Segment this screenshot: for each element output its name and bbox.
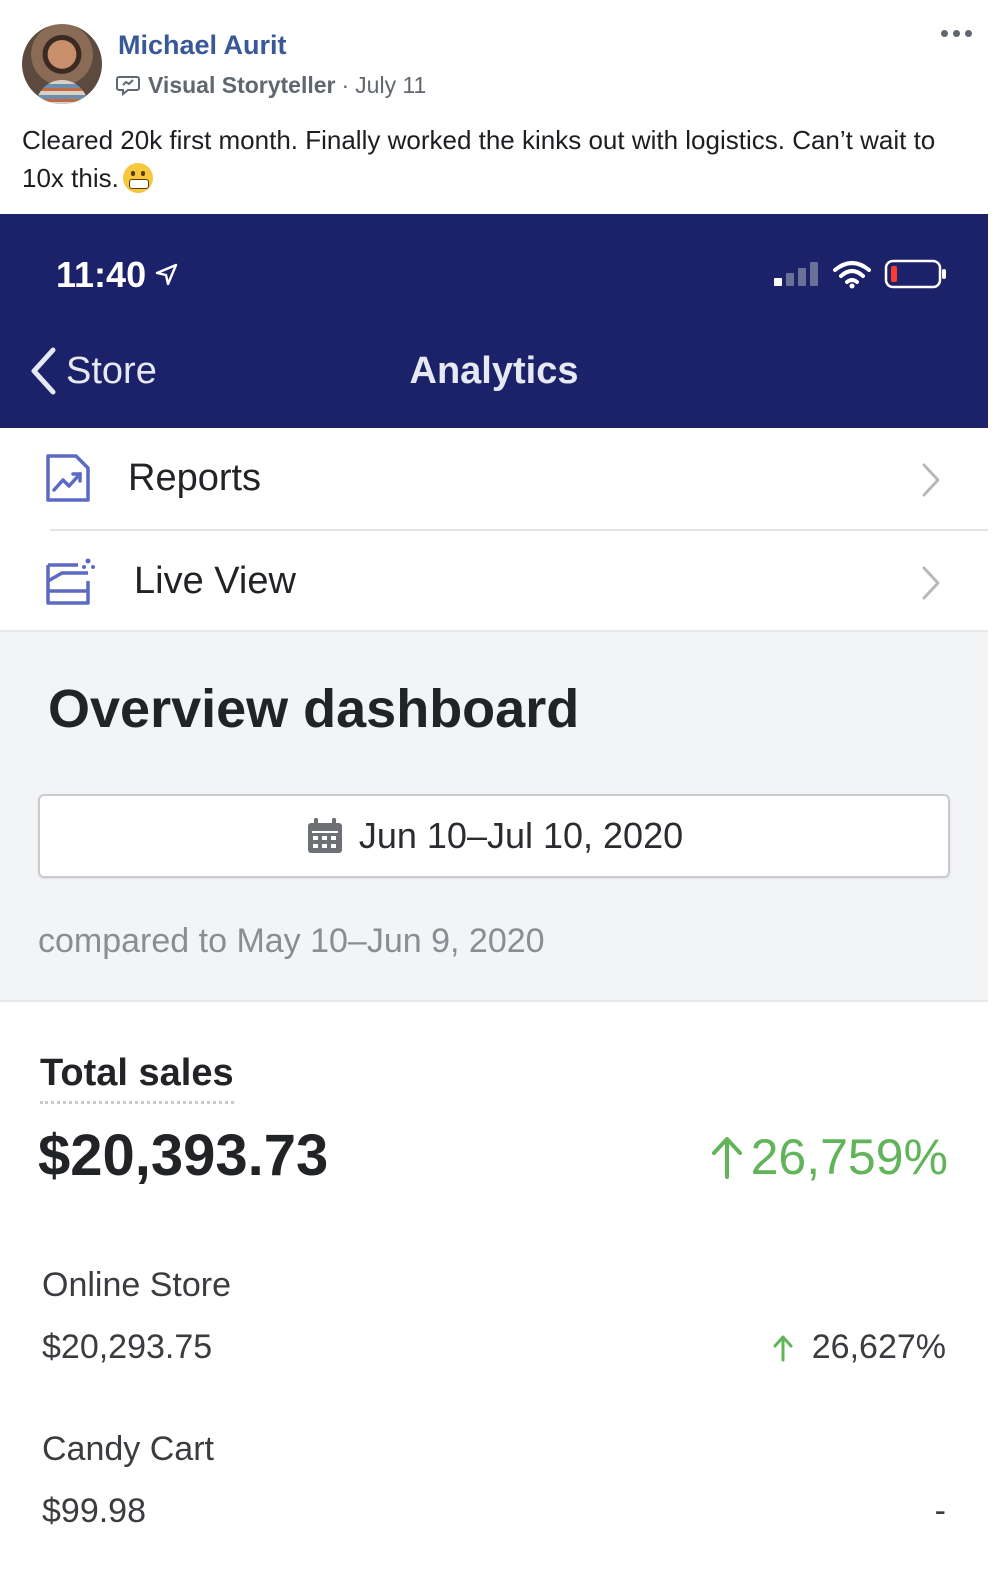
total-sales-label[interactable]: Total sales	[40, 1052, 234, 1104]
arrow-up-icon	[773, 1335, 793, 1361]
chevron-right-icon	[922, 463, 940, 497]
wifi-icon	[833, 261, 871, 289]
post-image[interactable]: 11:40 Analytics Store Reports Live View …	[0, 214, 988, 1580]
more-options-icon[interactable]	[941, 30, 972, 37]
author-avatar[interactable]	[22, 24, 102, 104]
location-arrow-icon	[155, 263, 178, 286]
sales-section: Total sales $20,393.73 26,759% Online St…	[0, 1000, 988, 1580]
battery-low-icon	[884, 259, 946, 289]
menu-label-live-view: Live View	[134, 560, 296, 602]
chevron-right-icon	[922, 566, 940, 600]
overview-title: Overview dashboard	[48, 679, 580, 739]
post-body: Cleared 20k first month. Finally worked …	[22, 125, 936, 193]
channel-change-value: 26,627%	[811, 1328, 946, 1366]
status-icons	[772, 258, 948, 290]
channel-change-value: -	[934, 1492, 946, 1530]
total-sales-value: $20,393.73	[38, 1123, 329, 1188]
comparison-text: compared to May 10–Jun 9, 2020	[38, 922, 545, 960]
back-button[interactable]: Store	[28, 346, 157, 396]
arrow-up-icon	[711, 1137, 742, 1179]
back-label: Store	[66, 349, 157, 392]
menu-item-reports[interactable]: Reports	[0, 428, 988, 529]
status-clock: 11:40	[56, 254, 147, 295]
channel-value: $20,293.75	[42, 1328, 213, 1366]
date-range-button[interactable]: Jun 10–Jul 10, 2020	[38, 794, 950, 878]
post-date[interactable]: July 11	[355, 72, 426, 99]
menu-item-live-view[interactable]: Live View	[0, 531, 988, 632]
overview-section: Overview dashboard Jun 10–Jul 10, 2020 c…	[0, 630, 988, 1000]
channel-change: -	[935, 1492, 946, 1531]
post-header: Michael Aurit Visual Storyteller · July …	[0, 0, 996, 214]
channel-value: $99.98	[42, 1492, 146, 1530]
author-name[interactable]: Michael Aurit	[118, 30, 287, 61]
channel-name: Online Store	[42, 1266, 231, 1304]
post-text: Cleared 20k first month. Finally worked …	[22, 121, 972, 197]
reports-chart-icon	[46, 454, 90, 502]
status-time: 11:40	[56, 254, 180, 296]
calendar-icon	[307, 818, 342, 853]
app-navbar: 11:40 Analytics Store	[0, 214, 988, 428]
chevron-left-icon	[31, 347, 56, 395]
total-sales-change: 26,759%	[709, 1128, 948, 1186]
menu-label-reports: Reports	[128, 457, 262, 499]
meta-separator: ·	[341, 71, 350, 98]
member-badge[interactable]: Visual Storyteller	[148, 72, 336, 99]
post-meta: Visual Storyteller · July 11	[116, 71, 426, 99]
analytics-menu: Reports Live View	[0, 428, 988, 632]
grimacing-emoji-icon	[122, 163, 153, 193]
channel-change: 26,627%	[772, 1328, 946, 1367]
live-view-icon	[46, 558, 95, 605]
speech-bubble-badge-icon	[116, 76, 140, 96]
total-sales-change-value: 26,759%	[750, 1129, 948, 1185]
cellular-signal-icon	[774, 262, 818, 286]
date-range-label: Jun 10–Jul 10, 2020	[358, 815, 684, 856]
channel-name: Candy Cart	[42, 1430, 214, 1468]
